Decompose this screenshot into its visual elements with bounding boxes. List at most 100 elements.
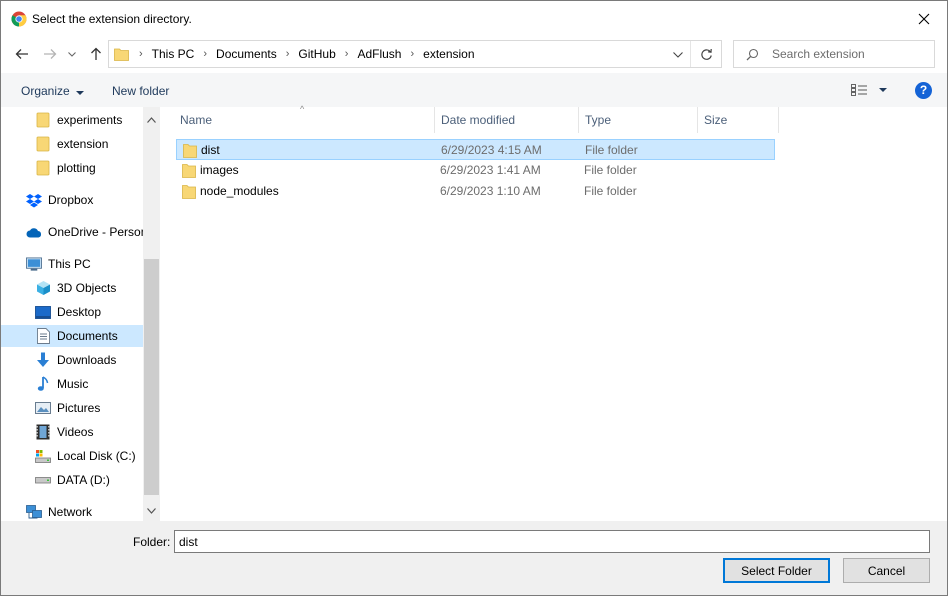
column-divider[interactable] [778, 107, 779, 133]
computer-icon [26, 256, 42, 272]
window-title: Select the extension directory. [32, 12, 192, 26]
back-arrow-icon [15, 49, 28, 59]
3d-objects-icon [35, 280, 51, 296]
sidebar-item-desktop[interactable]: Desktop [35, 301, 143, 323]
breadcrumb-item-github[interactable]: GitHub [293, 47, 340, 61]
navigation-pane-scrollbar[interactable] [143, 107, 160, 521]
sidebar-item-downloads[interactable]: Downloads [35, 349, 143, 371]
file-name: node_modules [200, 184, 279, 198]
folder-icon [182, 164, 196, 178]
sidebar-item-pictures[interactable]: Pictures [35, 397, 143, 419]
sidebar-item-extension[interactable]: extension [35, 133, 143, 155]
new-folder-button[interactable]: New folder [112, 84, 169, 98]
sidebar-item-label: Music [57, 377, 89, 391]
breadcrumb-separator-icon[interactable]: › [341, 48, 353, 60]
search-input[interactable] [772, 45, 922, 63]
file-row[interactable]: dist 6/29/2023 4:15 AM File folder [176, 139, 775, 160]
folder-name-input[interactable] [174, 530, 930, 553]
breadcrumb-separator-icon: › [139, 48, 143, 60]
address-divider [690, 41, 691, 67]
search-box[interactable] [733, 40, 935, 68]
file-row[interactable]: node_modules 6/29/2023 1:10 AM File fold… [176, 181, 775, 202]
column-header-type[interactable]: Type [579, 107, 697, 133]
help-button[interactable]: ? [915, 82, 932, 99]
chevron-down-icon [147, 507, 156, 514]
documents-icon [35, 328, 51, 344]
desktop-icon [35, 304, 51, 320]
breadcrumb-separator-icon[interactable]: › [282, 48, 294, 60]
column-header-label: Type [585, 113, 612, 127]
title-bar: Select the extension directory. [1, 1, 947, 37]
scroll-up-button[interactable] [143, 111, 160, 128]
file-dialog-window: Select the extension directory. › This P… [0, 0, 948, 596]
folder-icon [114, 48, 129, 61]
scroll-down-button[interactable] [143, 502, 160, 519]
column-header-date-modified[interactable]: Date modified [435, 107, 578, 133]
file-name: dist [201, 143, 220, 157]
sidebar-item-dropbox[interactable]: Dropbox [26, 189, 143, 211]
select-folder-button[interactable]: Select Folder [723, 558, 830, 583]
caret-down-icon [75, 84, 84, 98]
download-icon [35, 352, 51, 368]
chevron-down-icon [673, 52, 683, 58]
refresh-button[interactable] [697, 46, 715, 62]
breadcrumb-item-adflush[interactable]: AdFlush [352, 47, 406, 61]
sidebar-item-plotting[interactable]: plotting [35, 157, 143, 179]
breadcrumb-item-documents[interactable]: Documents [211, 47, 282, 61]
breadcrumb-separator-icon[interactable]: › [199, 48, 211, 60]
file-row[interactable]: images 6/29/2023 1:41 AM File folder [176, 160, 775, 181]
organize-button[interactable]: Organize [21, 84, 84, 98]
folder-icon [35, 160, 51, 176]
breadcrumb-separator-icon[interactable]: › [406, 48, 418, 60]
column-header-size[interactable]: Size [698, 107, 778, 133]
sidebar-item-videos[interactable]: Videos [35, 421, 143, 443]
sidebar-item-network[interactable]: Network [26, 501, 143, 521]
sidebar-item-this-pc[interactable]: This PC [26, 253, 143, 275]
sidebar-item-onedrive[interactable]: OneDrive - Personal [26, 221, 143, 243]
pictures-icon [35, 400, 51, 416]
file-date-modified: 6/29/2023 1:41 AM [440, 163, 541, 177]
search-icon [746, 48, 759, 61]
sidebar-item-label: plotting [57, 161, 96, 175]
address-bar[interactable]: › This PC › Documents › GitHub › AdFlush… [108, 40, 722, 68]
back-button[interactable] [13, 45, 31, 63]
music-icon [35, 376, 51, 392]
breadcrumb-item-this-pc[interactable]: This PC [147, 47, 200, 61]
sidebar-item-label: DATA (D:) [57, 473, 110, 487]
close-icon [918, 13, 930, 25]
local-disk-icon [35, 448, 51, 464]
navigation-pane: experiments extension plotting Dropbox O… [1, 107, 143, 521]
sidebar-item-documents[interactable]: Documents [1, 325, 143, 347]
organize-label: Organize [21, 84, 70, 98]
drive-icon [35, 472, 51, 488]
sidebar-item-3d-objects[interactable]: 3D Objects [35, 277, 143, 299]
onedrive-cloud-icon [26, 224, 42, 240]
sidebar-item-label: experiments [57, 113, 123, 127]
chevron-up-icon [147, 116, 156, 123]
address-history-dropdown[interactable] [671, 49, 685, 61]
close-button[interactable] [901, 1, 947, 37]
dialog-footer: Folder: Select Folder Cancel [1, 521, 947, 595]
folder-icon [183, 144, 197, 158]
sidebar-item-experiments[interactable]: experiments [35, 109, 143, 131]
column-header-name[interactable]: Name [174, 107, 433, 133]
forward-button[interactable] [41, 45, 59, 63]
sidebar-item-music[interactable]: Music [35, 373, 143, 395]
sidebar-item-label: OneDrive - Personal [48, 225, 143, 239]
file-type: File folder [585, 143, 638, 157]
change-view-button[interactable] [851, 84, 887, 96]
recent-locations-button[interactable] [66, 45, 78, 63]
sidebar-item-local-disk[interactable]: Local Disk (C:) [35, 445, 143, 467]
cancel-button[interactable]: Cancel [843, 558, 930, 583]
chrome-icon [11, 11, 27, 27]
dropbox-icon [26, 192, 42, 208]
sidebar-item-data-drive[interactable]: DATA (D:) [35, 469, 143, 491]
sidebar-item-label: This PC [48, 257, 91, 271]
up-button[interactable] [87, 45, 105, 63]
breadcrumb-item-extension[interactable]: extension [418, 47, 479, 61]
column-header-label: Size [704, 113, 728, 127]
scrollbar-thumb[interactable] [144, 259, 159, 495]
sidebar-item-label: Documents [57, 329, 118, 343]
file-list-pane: ^ Name Date modified Type Size dist 6/29… [161, 104, 947, 521]
up-arrow-icon [91, 47, 101, 60]
